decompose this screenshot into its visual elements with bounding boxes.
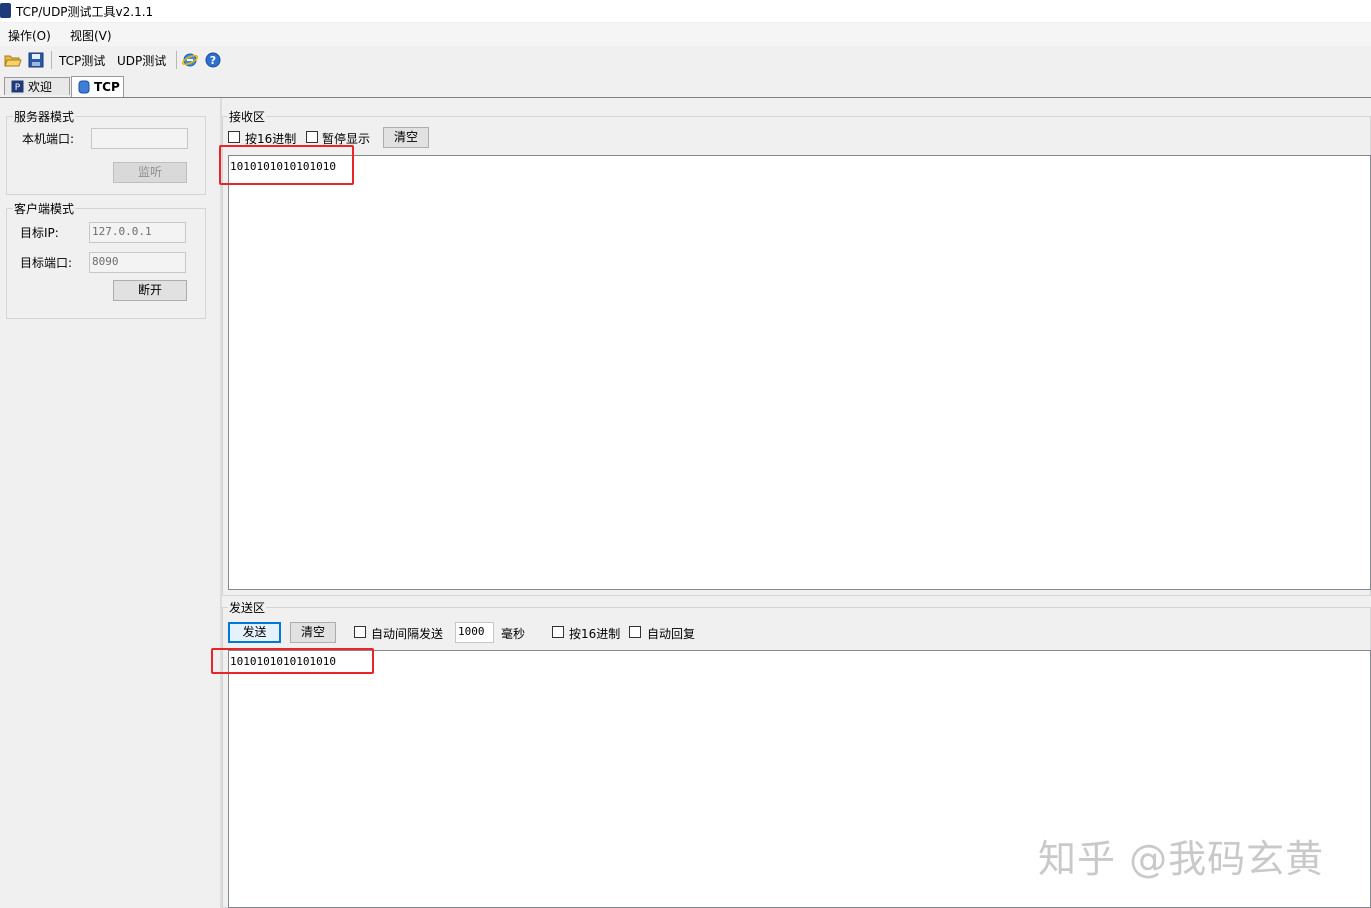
client-mode-title: 客户端模式	[13, 200, 76, 217]
ie-icon[interactable]	[182, 52, 198, 68]
interval-input[interactable]: 1000	[455, 622, 494, 643]
send-button[interactable]: 发送	[228, 622, 281, 643]
target-ip-input[interactable]: 127.0.0.1	[89, 222, 186, 243]
toolbar-separator	[176, 51, 177, 69]
tab-strip: P 欢迎 TCP	[0, 73, 1371, 98]
receive-textarea[interactable]: 1010101010101010	[228, 155, 1371, 590]
target-ip-label: 目标IP:	[20, 226, 59, 240]
tcp-test-button[interactable]: TCP测试	[59, 52, 105, 69]
local-port-input[interactable]	[91, 128, 188, 149]
toolbar: TCP测试 UDP测试 ?	[0, 47, 1371, 74]
receive-highlight-box	[219, 145, 354, 185]
auto-send-label: 自动间隔发送	[371, 627, 444, 641]
window-title: TCP/UDP测试工具v2.1.1	[16, 5, 154, 19]
auto-send-checkbox[interactable]	[354, 626, 366, 638]
tab-tcp[interactable]: TCP	[71, 76, 124, 97]
auto-reply-label: 自动回复	[647, 627, 696, 641]
send-hex-checkbox[interactable]	[552, 626, 564, 638]
svg-text:?: ?	[210, 54, 216, 67]
pause-display-checkbox[interactable]	[306, 131, 318, 143]
disconnect-button[interactable]: 断开	[113, 280, 187, 301]
help-icon[interactable]: ?	[205, 52, 221, 68]
target-port-label: 目标端口:	[20, 256, 73, 270]
target-port-input[interactable]: 8090	[89, 252, 186, 273]
receive-title: 接收区	[228, 108, 267, 125]
app-icon	[0, 3, 11, 18]
send-hex-label: 按16进制	[569, 627, 621, 641]
ms-label: 毫秒	[501, 627, 526, 641]
send-clear-button[interactable]: 清空	[290, 622, 336, 643]
local-port-label: 本机端口:	[22, 132, 75, 146]
menu-operate[interactable]: 操作(O)	[8, 27, 51, 44]
watermark: 知乎 @我码玄黄	[1038, 837, 1325, 881]
tab-welcome-label: 欢迎	[28, 80, 53, 94]
svg-text:P: P	[15, 83, 21, 93]
listen-button[interactable]: 监听	[113, 162, 187, 183]
save-icon[interactable]	[28, 52, 44, 68]
toolbar-separator	[51, 51, 52, 69]
menu-bar: 操作(O) 视图(V)	[0, 23, 1371, 46]
udp-test-button[interactable]: UDP测试	[117, 52, 166, 69]
tab-tcp-label: TCP	[94, 80, 120, 94]
tcp-tab-icon	[78, 80, 90, 94]
receive-hex-checkbox[interactable]	[228, 131, 240, 143]
send-highlight-box	[211, 648, 374, 674]
auto-reply-checkbox[interactable]	[629, 626, 641, 638]
menu-view[interactable]: 视图(V)	[70, 27, 112, 44]
welcome-icon: P	[11, 80, 24, 93]
send-title: 发送区	[228, 599, 267, 616]
title-bar: TCP/UDP测试工具v2.1.1	[0, 0, 1371, 22]
tab-welcome[interactable]: P 欢迎	[4, 77, 70, 95]
open-folder-icon[interactable]	[4, 52, 22, 68]
receive-clear-button[interactable]: 清空	[383, 127, 429, 148]
server-mode-title: 服务器模式	[13, 108, 76, 125]
